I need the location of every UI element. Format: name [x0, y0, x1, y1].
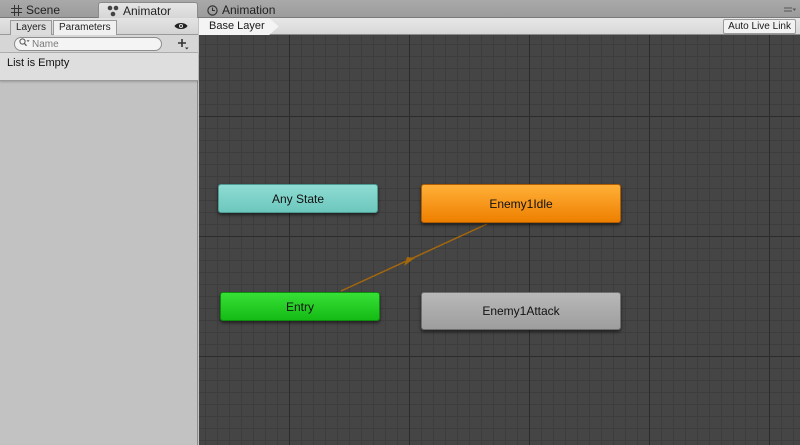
- parameters-panel: Layers Parameters List is Empty: [0, 18, 198, 445]
- state-enemy1-attack[interactable]: Enemy1Attack: [421, 292, 621, 330]
- state-entry[interactable]: Entry: [220, 292, 380, 321]
- search-row: [0, 35, 198, 53]
- search-icon[interactable]: [19, 38, 30, 50]
- state-any-state[interactable]: Any State: [218, 184, 378, 213]
- search-input[interactable]: [32, 38, 152, 50]
- eye-icon[interactable]: [174, 21, 188, 31]
- clock-icon: [206, 4, 218, 16]
- transition-layer: [340, 223, 488, 292]
- tab-layers[interactable]: Layers: [10, 20, 53, 35]
- animator-icon: [107, 5, 119, 17]
- tab-parameters[interactable]: Parameters: [53, 20, 117, 35]
- add-parameter-button[interactable]: [177, 38, 189, 50]
- parameters-list: List is Empty: [0, 53, 198, 81]
- search-field: [14, 37, 162, 51]
- panel-tab-header: Layers Parameters: [0, 18, 198, 35]
- transition-entry-to-idle[interactable]: [340, 223, 488, 292]
- empty-list-message: List is Empty: [7, 57, 70, 69]
- graph-toolbar: Base Layer Auto Live Link: [199, 18, 800, 35]
- tab-animator-label: Animator: [123, 3, 172, 18]
- state-enemy1-idle[interactable]: Enemy1Idle: [421, 184, 621, 223]
- auto-live-link-toggle[interactable]: Auto Live Link: [723, 19, 796, 34]
- transition-arrow-icon: [404, 257, 415, 266]
- tab-animation[interactable]: Animation: [198, 2, 283, 18]
- state-machine-graph[interactable]: Any State Enemy1Idle Entry Enemy1Attack: [199, 35, 800, 445]
- tab-scene-label: Scene: [26, 3, 61, 17]
- window-tab-bar: Scene Animator Animation: [0, 0, 800, 18]
- window-menu-icon[interactable]: [784, 5, 796, 15]
- tab-scene[interactable]: Scene: [2, 2, 68, 18]
- breadcrumb-base-layer[interactable]: Base Layer: [199, 18, 279, 35]
- tab-animation-label: Animation: [222, 3, 276, 17]
- tab-animator[interactable]: Animator: [98, 2, 198, 18]
- grid-icon: [10, 4, 22, 16]
